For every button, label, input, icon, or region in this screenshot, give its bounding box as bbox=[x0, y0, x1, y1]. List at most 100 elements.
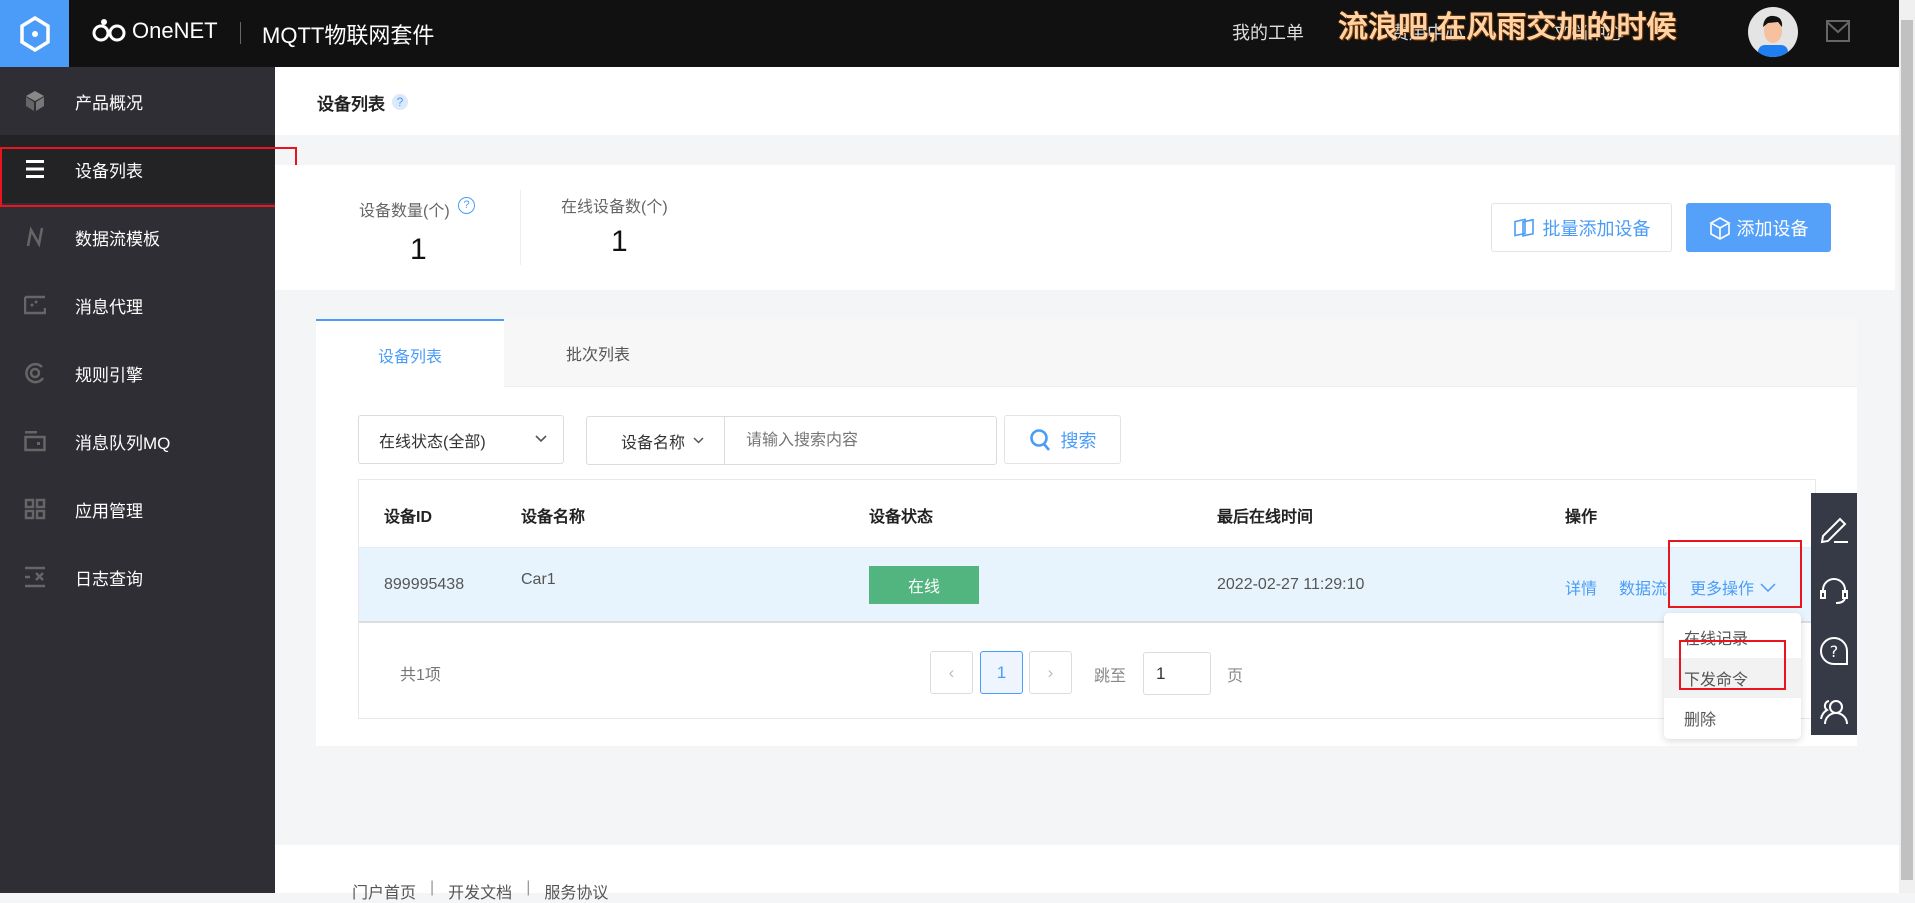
more-actions-menu: 在线记录 下发命令 删除 bbox=[1664, 613, 1801, 739]
tab-device-list[interactable]: 设备列表 bbox=[316, 319, 504, 388]
column-header-last-online: 最后在线时间 bbox=[1217, 509, 1314, 526]
onenet-logo[interactable]: OneNET bbox=[92, 18, 218, 44]
select-value: 设备名称 bbox=[621, 434, 686, 452]
last-online-time: 2022-02-27 11:29:10 bbox=[1217, 576, 1365, 593]
help-icon[interactable]: ? bbox=[392, 94, 408, 110]
online-status-select[interactable]: 在线状态(全部) bbox=[358, 415, 564, 464]
sidebar-item-label: 数据流模板 bbox=[75, 229, 160, 249]
menu-item-label: 删除 bbox=[1684, 712, 1717, 729]
sidebar-item-app-management[interactable]: 应用管理 bbox=[0, 475, 275, 543]
footer-link-dev-docs[interactable]: 开发文档 bbox=[448, 879, 512, 903]
sidebar-item-device-list[interactable]: 设备列表 bbox=[0, 135, 275, 203]
sidebar-item-datastream-template[interactable]: 数据流模板 bbox=[0, 203, 275, 271]
footer-link-service-agreement[interactable]: 服务协议 bbox=[544, 879, 608, 903]
feedback-button[interactable] bbox=[1811, 515, 1857, 545]
sidebar-item-label: 消息代理 bbox=[75, 297, 143, 317]
page-scrollbar[interactable] bbox=[1899, 0, 1915, 893]
message-broker-icon bbox=[24, 294, 46, 316]
chevron-down-icon bbox=[535, 435, 547, 443]
sidebar-item-product-overview[interactable]: 产品概况 bbox=[0, 67, 275, 135]
rule-engine-icon bbox=[24, 362, 46, 384]
datastream-link[interactable]: 数据流 bbox=[1619, 575, 1669, 599]
help-button[interactable]: ? bbox=[1811, 636, 1857, 666]
sidebar-item-label: 设备列表 bbox=[75, 161, 143, 181]
sidebar-item-label: 消息队列MQ bbox=[75, 433, 171, 453]
user-avatar[interactable] bbox=[1748, 7, 1798, 57]
batch-add-devices-button[interactable]: 批量添加设备 bbox=[1491, 203, 1672, 252]
datastream-icon bbox=[24, 226, 46, 248]
tab-batch-list[interactable]: 批次列表 bbox=[504, 319, 692, 387]
sidebar-item-label: 应用管理 bbox=[75, 501, 143, 521]
sidebar-item-label: 产品概况 bbox=[75, 93, 143, 113]
list-icon bbox=[24, 158, 46, 180]
next-page-button[interactable]: › bbox=[1029, 651, 1072, 694]
footer: 门户首页 | 开发文档 | 服务协议 bbox=[275, 845, 1899, 902]
prev-page-button[interactable]: ‹ bbox=[930, 651, 973, 694]
sidebar-item-label: 规则引擎 bbox=[75, 365, 143, 385]
add-device-button[interactable]: 添加设备 bbox=[1686, 203, 1831, 252]
onenet-logo-icon bbox=[92, 19, 126, 42]
chevron-left-icon: ‹ bbox=[948, 662, 955, 682]
device-count-label: 设备数量(个) bbox=[359, 203, 450, 220]
sidebar-item-message-queue[interactable]: 消息队列MQ bbox=[0, 407, 275, 475]
batch-icon bbox=[1513, 217, 1534, 237]
help-icon[interactable]: ? bbox=[458, 197, 475, 214]
search-input[interactable] bbox=[726, 417, 996, 464]
more-actions-dropdown[interactable]: 更多操作 bbox=[1690, 575, 1776, 599]
cube-icon bbox=[1708, 216, 1731, 240]
pencil-icon bbox=[1820, 517, 1848, 544]
jump-label: 跳至 bbox=[1094, 668, 1127, 685]
headset-icon bbox=[1820, 578, 1848, 604]
page-title: 设备列表 bbox=[317, 95, 385, 114]
sidebar-item-message-broker[interactable]: 消息代理 bbox=[0, 271, 275, 339]
status-badge: 在线 bbox=[869, 566, 979, 604]
search-field-select[interactable]: 设备名称 bbox=[587, 417, 725, 464]
details-link[interactable]: 详情 bbox=[1565, 575, 1597, 599]
menu-item-label: 下发命令 bbox=[1684, 672, 1749, 689]
mail-icon bbox=[1826, 20, 1850, 42]
log-icon bbox=[24, 566, 46, 588]
apps-grid-icon bbox=[24, 498, 46, 520]
chevron-right-icon: › bbox=[1047, 662, 1054, 682]
community-button[interactable] bbox=[1811, 696, 1857, 726]
floating-toolbar: ? bbox=[1811, 493, 1857, 735]
mail-button[interactable] bbox=[1826, 20, 1850, 47]
menu-item-delete[interactable]: 删除 bbox=[1664, 698, 1801, 738]
page-1-button[interactable]: 1 bbox=[980, 651, 1023, 694]
sidebar-item-log-query[interactable]: 日志查询 bbox=[0, 543, 275, 611]
page-label: 页 bbox=[1227, 668, 1244, 685]
nav-my-tickets[interactable]: 我的工单 bbox=[1232, 19, 1304, 45]
menu-item-label: 在线记录 bbox=[1684, 631, 1749, 648]
online-count-value: 1 bbox=[611, 225, 628, 258]
device-count-value: 1 bbox=[410, 233, 427, 266]
queue-icon bbox=[24, 430, 46, 452]
jump-page-input[interactable]: 1 bbox=[1143, 652, 1211, 695]
stats-card: 设备数量(个) ? 1 在线设备数(个) 1 批量添加设备 添加设备 bbox=[275, 165, 1895, 290]
menu-item-send-command[interactable]: 下发命令 bbox=[1664, 658, 1801, 698]
more-actions-label: 更多操作 bbox=[1690, 581, 1755, 598]
button-label: 添加设备 bbox=[1736, 218, 1809, 239]
chevron-down-icon bbox=[693, 437, 704, 444]
menu-item-online-records[interactable]: 在线记录 bbox=[1664, 617, 1801, 657]
sidebar-item-rule-engine[interactable]: 规则引擎 bbox=[0, 339, 275, 407]
separator: | bbox=[526, 879, 531, 896]
search-button[interactable]: 搜索 bbox=[1004, 415, 1121, 464]
separator: | bbox=[430, 879, 435, 896]
column-header-actions: 操作 bbox=[1565, 509, 1598, 526]
page-title-bar: 设备列表 ? bbox=[275, 67, 1899, 135]
tab-label: 设备列表 bbox=[377, 348, 442, 366]
online-count-label: 在线设备数(个) bbox=[561, 199, 668, 216]
tab-label: 批次列表 bbox=[565, 347, 630, 364]
customer-service-button[interactable] bbox=[1811, 576, 1857, 606]
chevron-down-icon bbox=[1760, 582, 1776, 592]
logo-text: OneNET bbox=[132, 18, 218, 43]
page-number: 1 bbox=[996, 662, 1007, 682]
total-count: 共1项 bbox=[400, 667, 441, 684]
scrollbar-thumb[interactable] bbox=[1901, 20, 1913, 880]
home-logo-button[interactable] bbox=[0, 0, 69, 67]
footer-link-portal[interactable]: 门户首页 bbox=[352, 879, 416, 903]
column-header-status: 设备状态 bbox=[869, 509, 934, 526]
column-header-name: 设备名称 bbox=[521, 509, 586, 526]
search-group: 设备名称 bbox=[586, 416, 997, 465]
button-label: 批量添加设备 bbox=[1542, 218, 1651, 239]
